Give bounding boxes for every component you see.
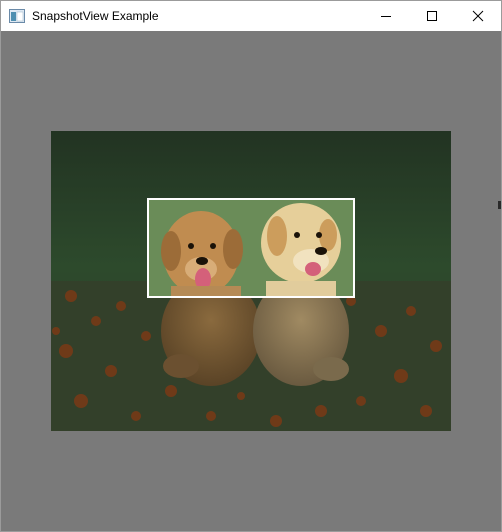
minimize-button[interactable] [363, 1, 409, 31]
maximize-icon [427, 11, 437, 21]
window-title: SnapshotView Example [32, 9, 159, 23]
snapshot-view[interactable] [1, 31, 501, 531]
app-window-icon [9, 9, 25, 23]
title-bar[interactable]: SnapshotView Example [1, 1, 501, 31]
app-window: SnapshotView Example [0, 0, 502, 532]
close-icon [472, 10, 484, 22]
resize-edge-marker [498, 201, 501, 209]
minimize-icon [381, 16, 391, 17]
window-controls [363, 1, 501, 31]
maximize-button[interactable] [409, 1, 455, 31]
close-button[interactable] [455, 1, 501, 31]
snapshot-selection-rectangle[interactable] [147, 198, 355, 298]
